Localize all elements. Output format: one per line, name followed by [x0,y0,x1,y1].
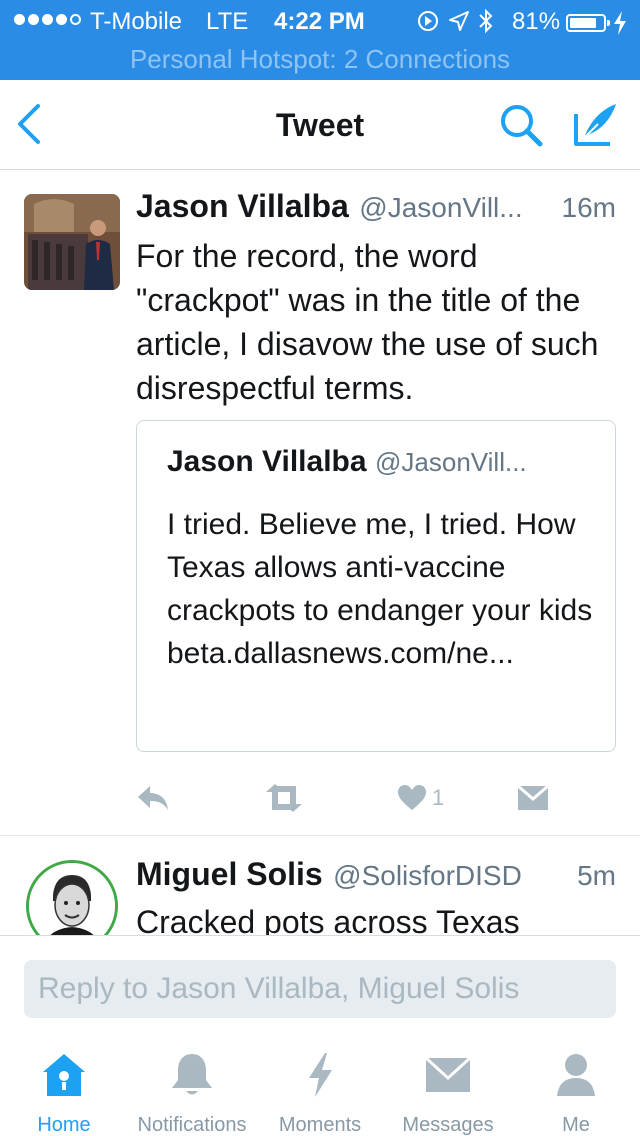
battery-icon [566,14,610,32]
avatar[interactable] [26,860,118,935]
location-icon [449,11,469,31]
quoted-tweet-text: I tried. Believe me, I tried. How Texas … [167,508,593,670]
network-type: LTE [206,8,249,35]
status-row: T-Mobile LTE 4:22 PM 81% [0,6,640,36]
like-count: 1 [432,785,445,810]
quoted-author-handle: @JasonVill... [375,447,527,477]
retweet-icon [266,784,302,812]
signal-strength-icon [14,14,81,25]
status-bar: T-Mobile LTE 4:22 PM 81% Personal Hotspo… [0,0,640,80]
screen-rotation-lock-icon [418,11,438,31]
like-button[interactable]: 1 [398,778,444,818]
tweet-actions: 1 [136,778,616,818]
tab-messages[interactable]: Messages [384,1052,512,1136]
page-title: Tweet [275,107,365,143]
bluetooth-icon [479,8,493,34]
quoted-author-name: Jason Villalba [167,445,367,478]
tab-notifications-label: Notifications [137,1114,247,1136]
tweet-text: Cracked pots across Texas [136,904,520,936]
battery-percent: 81% [512,8,561,35]
tweet-detail[interactable]: Jason Villalba @JasonVill... 16m For the… [0,170,640,836]
home-icon [43,1054,85,1096]
person-icon [557,1054,595,1096]
clock: 4:22 PM [274,8,365,35]
search-icon[interactable] [498,102,544,148]
charging-bolt-icon [614,11,626,35]
reply-button[interactable] [136,778,170,818]
author-handle[interactable]: @JasonVill... [359,192,522,223]
author-handle[interactable]: @SolisforDISD [333,860,522,891]
avatar-photo [24,194,120,290]
avatar-photo [29,863,115,935]
envelope-icon [426,1058,470,1092]
quoted-author-line: Jason Villalba @JasonVill... [167,445,527,479]
tab-me-label: Me [562,1114,590,1136]
personal-hotspot-banner[interactable]: Personal Hotspot: 2 Connections [0,44,640,75]
tab-home[interactable]: Home [0,1052,128,1136]
navigation-bar: Tweet [0,80,640,170]
reply-bar: Reply to Jason Villalba, Miguel Solis [0,936,640,1032]
tab-moments-label: Moments [278,1114,362,1136]
lightning-bolt-icon [309,1053,332,1097]
compose-tweet-icon[interactable] [572,100,620,148]
reply-tweet[interactable]: Miguel Solis @SolisforDISD 5m Cracked po… [0,836,640,936]
bell-icon [172,1054,212,1095]
carrier-name: T-Mobile [90,8,183,35]
tab-moments[interactable]: Moments [256,1052,384,1136]
quoted-tweet-card[interactable]: Jason Villalba @JasonVill... I tried. Be… [136,420,616,752]
direct-message-button[interactable] [518,778,548,818]
tweet-author-line[interactable]: Jason Villalba @JasonVill... [136,188,620,228]
status-icons [416,8,494,34]
tweet-author-line[interactable]: Miguel Solis @SolisforDISD [136,856,522,893]
tweet-timestamp: 16m [561,192,616,223]
tab-me[interactable]: Me [512,1052,640,1136]
heart-icon [398,785,426,810]
envelope-icon [518,786,548,810]
author-name[interactable]: Miguel Solis [136,856,323,892]
avatar[interactable] [24,194,120,290]
tweet-text: For the record, the word "crackpot" was … [136,238,599,406]
tweet-timestamp: 5m [577,860,616,891]
tab-bar: Home Notifications Moments Messages Me [0,1036,640,1136]
tab-notifications[interactable]: Notifications [128,1052,256,1136]
author-name[interactable]: Jason Villalba [136,188,349,224]
tab-messages-label: Messages [402,1114,494,1136]
reply-input[interactable]: Reply to Jason Villalba, Miguel Solis [24,960,616,1018]
reply-icon [138,786,168,810]
retweet-button[interactable] [264,778,304,818]
